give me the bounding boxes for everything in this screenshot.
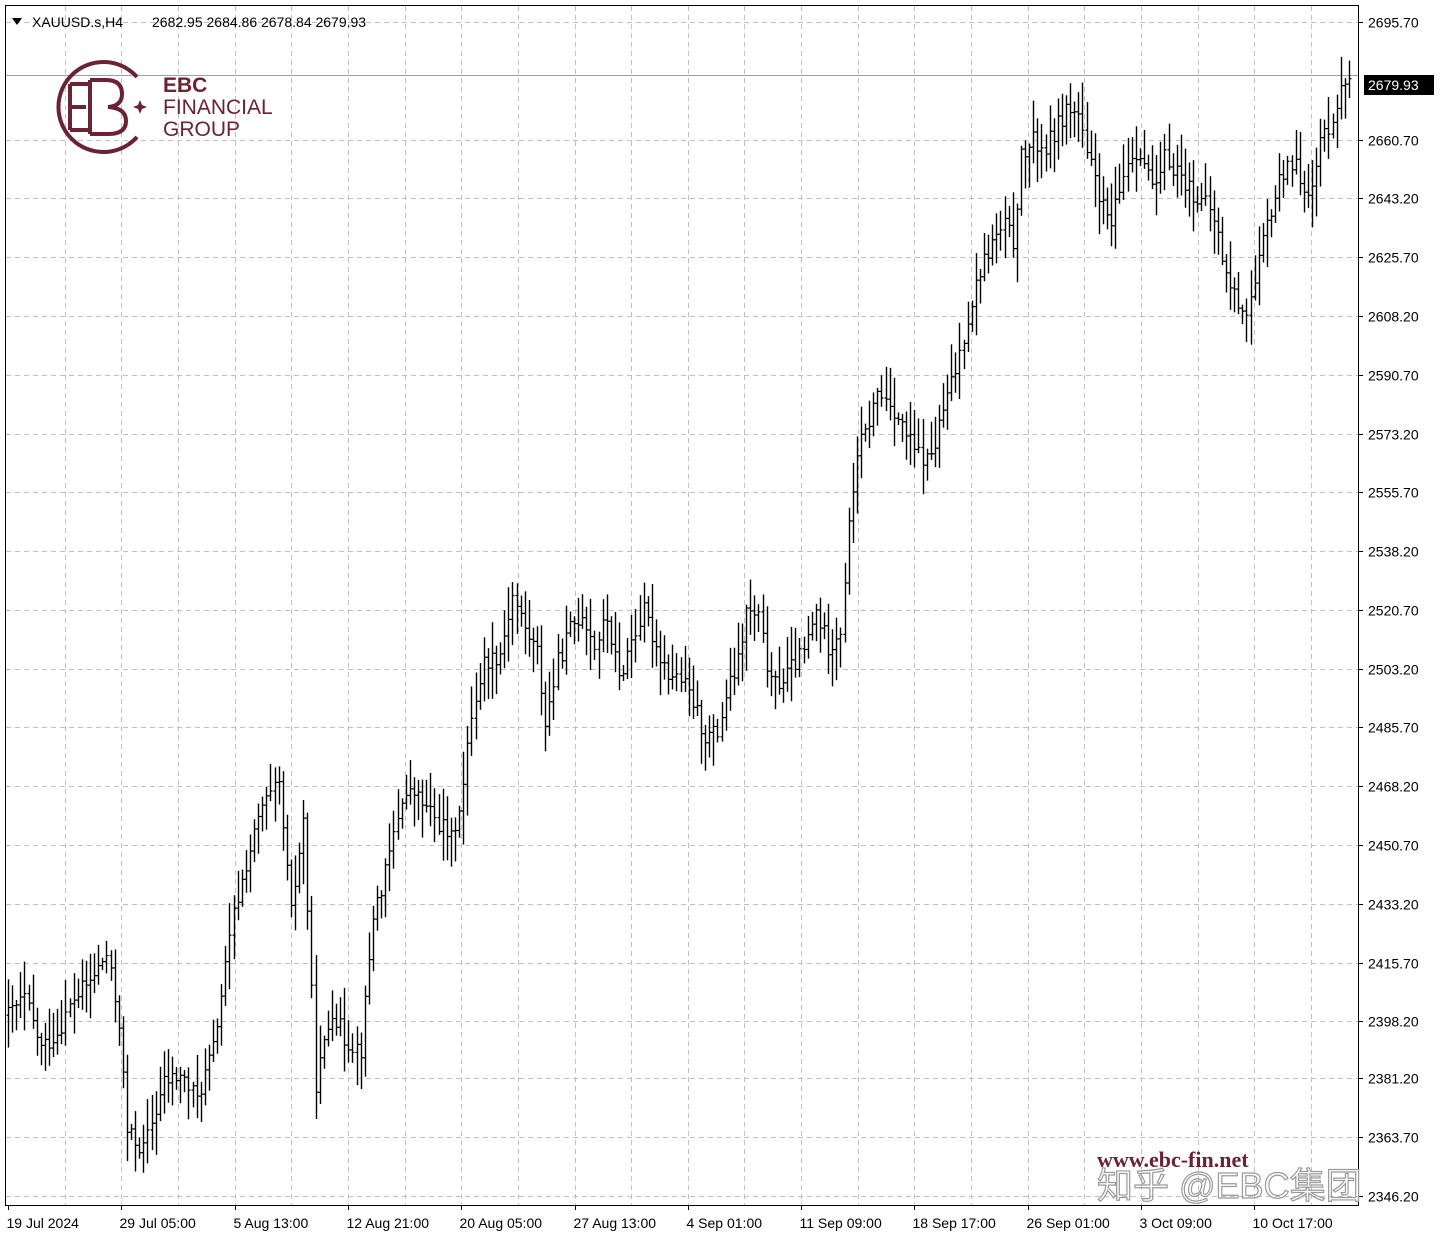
y-tick-label: 2590.70 <box>1368 368 1419 384</box>
y-tick-label: 2573.20 <box>1368 427 1419 443</box>
y-tick-label: 2468.20 <box>1368 779 1419 795</box>
y-tick-label: 2485.70 <box>1368 720 1419 736</box>
time-axis[interactable]: 19 Jul 2024 29 Jul 05:00 5 Aug 13:00 12 Aug… <box>7 1205 1333 1231</box>
brand-line-3: GROUP <box>163 118 240 141</box>
chart-header: XAUUSD.s,H4 2682.95 2684.86 2678.84 2679… <box>12 14 366 30</box>
x-tick-label: 12 Aug 21:00 <box>347 1215 430 1231</box>
price-tag-text: 2679.93 <box>1368 77 1419 93</box>
y-tick-label: 2503.20 <box>1368 662 1419 678</box>
x-tick-label: 10 Oct 17:00 <box>1253 1215 1333 1231</box>
y-tick-label: 2346.20 <box>1368 1189 1419 1205</box>
y-tick-label: 2643.20 <box>1368 191 1419 207</box>
y-tick-label: 2398.20 <box>1368 1014 1419 1030</box>
watermark-zhihu: 知乎 @EBC集团 <box>1097 1165 1362 1206</box>
ohlc-values: 2682.95 2684.86 2678.84 2679.93 <box>152 14 366 30</box>
current-price-tag: 2679.93 <box>1364 75 1434 95</box>
y-tick-label: 2695.70 <box>1368 15 1419 31</box>
brand-line-2: FINANCIAL <box>163 96 273 119</box>
x-tick-label: 26 Sep 01:00 <box>1027 1215 1111 1231</box>
x-tick-label: 27 Aug 13:00 <box>574 1215 657 1231</box>
y-tick-label: 2381.20 <box>1368 1071 1419 1087</box>
y-tick-label: 2433.20 <box>1368 897 1419 913</box>
x-tick-label: 3 Oct 09:00 <box>1140 1215 1213 1231</box>
symbol-label: XAUUSD.s,H4 <box>32 14 123 30</box>
plot-area[interactable] <box>5 5 1359 1206</box>
y-tick-label: 2625.70 <box>1368 250 1419 266</box>
x-tick-label: 11 Sep 09:00 <box>800 1215 882 1231</box>
price-axis[interactable]: 2695.70 2660.70 2643.20 2625.70 2608.20 2590.… <box>1358 15 1419 1205</box>
chart-canvas: 2695.70 2660.70 2643.20 2625.70 2608.20 2590.… <box>5 5 1434 1231</box>
y-tick-label: 2608.20 <box>1368 309 1419 325</box>
chart-window[interactable]: 2695.70 2660.70 2643.20 2625.70 2608.20 2590.… <box>0 0 1440 1242</box>
y-tick-label: 2660.70 <box>1368 133 1419 149</box>
brand-line-1: EBC <box>163 74 207 97</box>
x-tick-label: 19 Jul 2024 <box>7 1215 80 1231</box>
y-tick-label: 2520.70 <box>1368 603 1419 619</box>
x-tick-label: 18 Sep 17:00 <box>913 1215 997 1231</box>
y-tick-label: 2415.70 <box>1368 956 1419 972</box>
y-tick-label: 2450.70 <box>1368 838 1419 854</box>
x-tick-label: 5 Aug 13:00 <box>234 1215 309 1231</box>
y-tick-label: 2363.70 <box>1368 1130 1419 1146</box>
y-tick-label: 2555.70 <box>1368 485 1419 501</box>
x-tick-label: 4 Sep 01:00 <box>687 1215 763 1231</box>
x-tick-label: 29 Jul 05:00 <box>120 1215 196 1231</box>
y-tick-label: 2538.20 <box>1368 544 1419 560</box>
x-tick-label: 20 Aug 05:00 <box>460 1215 543 1231</box>
